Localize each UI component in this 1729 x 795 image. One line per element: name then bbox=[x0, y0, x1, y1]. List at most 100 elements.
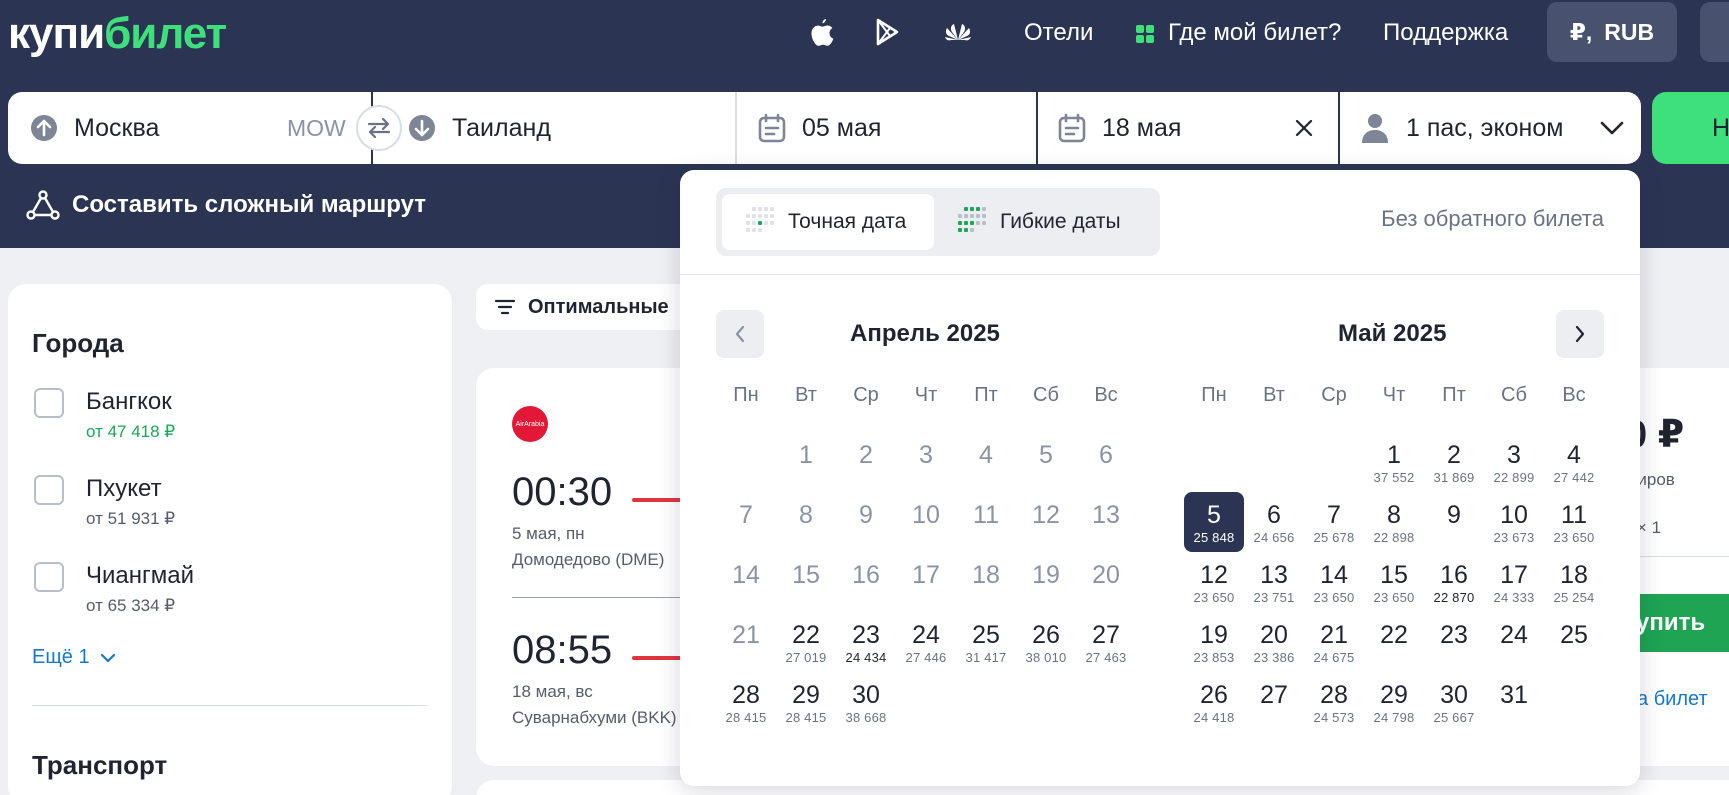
calendar-day[interactable]: 20 bbox=[1076, 552, 1136, 612]
calendar-day[interactable]: 12 23 650 bbox=[1184, 552, 1244, 612]
origin-field[interactable]: Москва MOW bbox=[30, 92, 370, 164]
calendar-day[interactable]: 15 bbox=[776, 552, 836, 612]
day-number: 8 bbox=[799, 501, 813, 529]
calendar-day[interactable]: 29 28 415 bbox=[776, 672, 836, 732]
day-number: 26 bbox=[1200, 681, 1228, 709]
calendar-day[interactable]: 17 24 333 bbox=[1484, 552, 1544, 612]
calendar-day[interactable]: 24 27 446 bbox=[896, 612, 956, 672]
prev-month-button[interactable] bbox=[716, 310, 764, 358]
route-icon bbox=[26, 190, 60, 220]
calendar-day[interactable]: 11 23 650 bbox=[1544, 492, 1604, 552]
find-button[interactable]: Н bbox=[1652, 92, 1729, 164]
calendar-day[interactable]: 30 25 667 bbox=[1424, 672, 1484, 732]
return-airport: Суварнабхуми (BKK) bbox=[512, 708, 677, 727]
mode-flex-tab[interactable]: Гибкие даты bbox=[952, 194, 1152, 250]
calendar-day[interactable]: 22 bbox=[1364, 612, 1424, 672]
nav-hotels[interactable]: Отели bbox=[1024, 16, 1093, 50]
next-month-button[interactable] bbox=[1556, 310, 1604, 358]
calendar-day[interactable]: 30 38 668 bbox=[836, 672, 896, 732]
calendar-day[interactable]: 5 bbox=[1016, 432, 1076, 492]
calendar-day[interactable]: 23 24 434 bbox=[836, 612, 896, 672]
day-number: 28 bbox=[1320, 681, 1348, 709]
date-there-field[interactable]: 05 мая bbox=[758, 92, 1028, 164]
day-number: 23 bbox=[1440, 621, 1468, 649]
calendar-day[interactable]: 24 bbox=[1484, 612, 1544, 672]
huawei-icon[interactable] bbox=[940, 14, 976, 50]
calendar-day[interactable]: 7 25 678 bbox=[1304, 492, 1364, 552]
calendar-day[interactable]: 9 bbox=[836, 492, 896, 552]
calendar-day[interactable]: 18 25 254 bbox=[1544, 552, 1604, 612]
chevron-down-icon[interactable] bbox=[1598, 114, 1626, 142]
calendar-day[interactable]: 27 27 463 bbox=[1076, 612, 1136, 672]
calendar-day[interactable]: 8 22 898 bbox=[1364, 492, 1424, 552]
calendar-day[interactable]: 12 bbox=[1016, 492, 1076, 552]
calendar-day[interactable]: 31 bbox=[1484, 672, 1544, 732]
apple-icon[interactable] bbox=[803, 14, 839, 50]
buy-button[interactable]: упить bbox=[1626, 594, 1729, 652]
calendar-day[interactable]: 3 22 899 bbox=[1484, 432, 1544, 492]
calendar-day[interactable]: 17 bbox=[896, 552, 956, 612]
calendar-day[interactable]: 26 38 010 bbox=[1016, 612, 1076, 672]
calendar-day[interactable]: 14 23 650 bbox=[1304, 552, 1364, 612]
calendar-day[interactable]: 18 bbox=[956, 552, 1016, 612]
mode-exact-tab[interactable]: Точная дата bbox=[722, 194, 934, 250]
destination-field[interactable]: Таиланд bbox=[408, 92, 738, 164]
logo[interactable]: купибилет bbox=[8, 6, 227, 62]
checkbox[interactable] bbox=[34, 475, 64, 505]
nav-where-ticket[interactable]: Где мой билет? bbox=[1168, 16, 1341, 50]
profile-button[interactable] bbox=[1700, 2, 1729, 62]
calendar-day[interactable]: 29 24 798 bbox=[1364, 672, 1424, 732]
calendar-day[interactable]: 4 27 442 bbox=[1544, 432, 1604, 492]
calendar-day[interactable]: 13 23 751 bbox=[1244, 552, 1304, 612]
checkbox[interactable] bbox=[34, 388, 64, 418]
day-number: 28 bbox=[732, 681, 760, 709]
calendar-day[interactable]: 28 28 415 bbox=[716, 672, 776, 732]
calendar-day[interactable]: 2 31 869 bbox=[1424, 432, 1484, 492]
day-number: 4 bbox=[979, 441, 993, 469]
clear-date-icon[interactable] bbox=[1292, 116, 1316, 140]
calendar-day[interactable]: 15 23 650 bbox=[1364, 552, 1424, 612]
day-number: 11 bbox=[1561, 501, 1587, 529]
calendar-day[interactable]: 21 bbox=[716, 612, 776, 672]
calendar-day[interactable]: 21 24 675 bbox=[1304, 612, 1364, 672]
calendar-day[interactable]: 22 27 019 bbox=[776, 612, 836, 672]
calendar-day[interactable]: 25 bbox=[1544, 612, 1604, 672]
calendar-day[interactable]: 6 24 656 bbox=[1244, 492, 1304, 552]
calendar-day[interactable]: 6 bbox=[1076, 432, 1136, 492]
google-play-icon[interactable] bbox=[870, 14, 906, 50]
calendar-day[interactable]: 20 23 386 bbox=[1244, 612, 1304, 672]
calendar-day[interactable]: 19 23 853 bbox=[1184, 612, 1244, 672]
calendar-day[interactable]: 10 bbox=[896, 492, 956, 552]
calendar-day[interactable]: 3 bbox=[896, 432, 956, 492]
calendar-day[interactable]: 14 bbox=[716, 552, 776, 612]
calendar-day[interactable]: 1 bbox=[776, 432, 836, 492]
calendar-day[interactable]: 13 bbox=[1076, 492, 1136, 552]
calendar-day[interactable]: 23 bbox=[1424, 612, 1484, 672]
calendar-day[interactable]: 4 bbox=[956, 432, 1016, 492]
calendar-day[interactable]: 28 24 573 bbox=[1304, 672, 1364, 732]
complex-route-link[interactable]: Составить сложный маршрут bbox=[26, 190, 426, 220]
day-number: 10 bbox=[912, 501, 940, 529]
calendar-day[interactable]: 2 bbox=[836, 432, 896, 492]
calendar-day[interactable]: 26 24 418 bbox=[1184, 672, 1244, 732]
calendar-day[interactable]: 11 bbox=[956, 492, 1016, 552]
calendar-day[interactable]: 8 bbox=[776, 492, 836, 552]
calendar-day[interactable]: 16 22 870 bbox=[1424, 552, 1484, 612]
calendar-day[interactable]: 1 37 552 bbox=[1364, 432, 1424, 492]
calendar-day[interactable]: 16 bbox=[836, 552, 896, 612]
date-back-field[interactable]: 18 мая bbox=[1058, 92, 1318, 164]
nav-support[interactable]: Поддержка bbox=[1383, 16, 1508, 50]
calendar-day[interactable]: 27 bbox=[1244, 672, 1304, 732]
calendar-day[interactable]: 7 bbox=[716, 492, 776, 552]
show-more-cities[interactable]: Ещё 1 bbox=[32, 646, 116, 669]
flexible-dates-icon bbox=[958, 207, 986, 232]
currency-button[interactable]: ₽, RUB bbox=[1547, 2, 1677, 62]
calendar-day-selected[interactable]: 5 25 848 bbox=[1184, 492, 1244, 552]
calendar-day[interactable]: 25 31 417 bbox=[956, 612, 1016, 672]
calendar-day[interactable]: 9 bbox=[1424, 492, 1484, 552]
checkbox[interactable] bbox=[34, 562, 64, 592]
calendar-day[interactable]: 10 23 673 bbox=[1484, 492, 1544, 552]
swap-button[interactable] bbox=[356, 105, 402, 151]
calendar-day[interactable]: 19 bbox=[1016, 552, 1076, 612]
no-return-button[interactable]: Без обратного билета bbox=[1381, 206, 1604, 232]
